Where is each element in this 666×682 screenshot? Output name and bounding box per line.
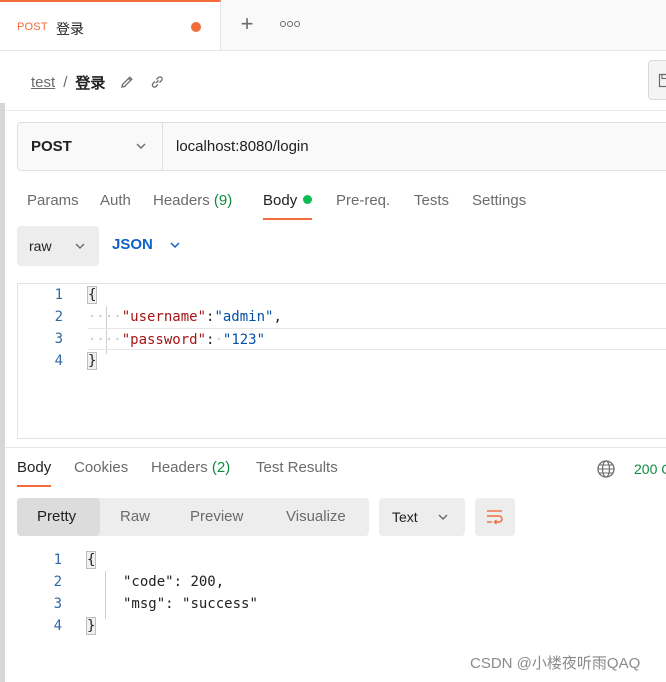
line-number: 3 bbox=[54, 331, 63, 347]
line-number: 2 bbox=[54, 309, 63, 325]
line-number: 4 bbox=[53, 618, 62, 634]
code-line: 1 { bbox=[18, 284, 666, 306]
code-line: 2 ····"username":"admin", bbox=[18, 306, 666, 328]
tab-headers[interactable]: Headers (9) bbox=[153, 192, 232, 209]
breadcrumb-collection[interactable]: test bbox=[31, 74, 55, 91]
code-text: "code": 200, bbox=[123, 574, 225, 590]
pencil-icon[interactable] bbox=[119, 74, 135, 90]
code-text: { bbox=[86, 286, 98, 304]
response-tab-test-results[interactable]: Test Results bbox=[256, 459, 338, 476]
body-indicator-dot-icon bbox=[303, 195, 313, 204]
chevron-down-icon bbox=[170, 242, 180, 249]
response-type-value: Text bbox=[392, 509, 418, 525]
body-mode-value: raw bbox=[29, 238, 52, 254]
request-tab[interactable]: POST 登录 bbox=[0, 0, 221, 50]
response-tab-body-label: Body bbox=[17, 459, 52, 476]
url-input[interactable]: localhost:8080/login bbox=[176, 138, 309, 155]
response-tab-headers[interactable]: Headers (2) bbox=[151, 459, 230, 476]
header-divider bbox=[5, 110, 666, 111]
left-gutter bbox=[0, 103, 5, 682]
code-line: 4 } bbox=[18, 350, 666, 372]
code-line: 2 "code": 200, bbox=[17, 571, 657, 593]
body-mode-select[interactable]: raw bbox=[17, 226, 99, 266]
format-raw-button[interactable]: Raw bbox=[120, 508, 150, 525]
code-text: } bbox=[85, 617, 97, 635]
save-button[interactable] bbox=[648, 60, 666, 100]
chevron-down-icon bbox=[136, 143, 146, 149]
request-tab-method: POST bbox=[17, 21, 48, 33]
format-pretty-button[interactable]: Pretty bbox=[37, 508, 76, 525]
code-text: } bbox=[86, 352, 98, 370]
tab-tests[interactable]: Tests bbox=[414, 192, 449, 209]
method-value: POST bbox=[31, 138, 72, 155]
wrap-lines-button[interactable] bbox=[475, 498, 515, 536]
more-icon[interactable] bbox=[280, 14, 304, 34]
link-icon[interactable] bbox=[149, 74, 165, 90]
breadcrumb: test / 登录 bbox=[31, 72, 165, 92]
request-name[interactable]: 登录 bbox=[75, 72, 105, 93]
breadcrumb-separator: / bbox=[63, 73, 68, 91]
active-tab-underline bbox=[17, 485, 52, 487]
tab-headers-label: Headers bbox=[153, 192, 210, 209]
active-tab-underline bbox=[263, 218, 313, 220]
unsaved-dot-icon bbox=[191, 22, 201, 32]
tab-body-label: Body bbox=[263, 192, 298, 209]
tab-headers-count: (9) bbox=[213, 192, 233, 209]
response-body-viewer[interactable]: 1 { 2 "code": 200, 3 "msg": "success" 4 … bbox=[17, 549, 657, 641]
request-body-editor[interactable]: 1 { 2 ····"username":"admin", ····"passw… bbox=[17, 283, 666, 439]
active-code-line: ····"password":·"123" bbox=[88, 328, 666, 350]
chevron-down-icon bbox=[438, 514, 448, 520]
pane-divider[interactable] bbox=[5, 447, 666, 448]
line-number: 4 bbox=[54, 353, 63, 369]
line-number: 3 bbox=[53, 596, 62, 612]
tab-prerequest[interactable]: Pre-req. bbox=[336, 192, 390, 209]
code-line: 1 { bbox=[17, 549, 657, 571]
format-preview-button[interactable]: Preview bbox=[190, 508, 243, 525]
response-tab-headers-label: Headers bbox=[151, 459, 208, 476]
code-text: ····"password":·"123" bbox=[88, 332, 266, 348]
line-number: 1 bbox=[54, 287, 63, 303]
body-language-value: JSON bbox=[112, 236, 153, 253]
response-tab-cookies[interactable]: Cookies bbox=[74, 459, 128, 476]
status-code[interactable]: 200 O bbox=[634, 461, 666, 477]
line-number: 2 bbox=[53, 574, 62, 590]
tab-auth[interactable]: Auth bbox=[100, 192, 131, 209]
request-tab-title: 登录 bbox=[56, 21, 84, 37]
body-language-select[interactable]: JSON bbox=[112, 236, 180, 253]
response-format-group: Pretty Raw Preview Visualize bbox=[17, 498, 369, 536]
code-text: "msg": "success" bbox=[123, 596, 258, 612]
response-status: 200 O bbox=[596, 459, 666, 479]
save-icon bbox=[658, 73, 666, 88]
globe-icon[interactable] bbox=[596, 459, 616, 479]
code-line: 3 "msg": "success" bbox=[17, 593, 657, 615]
line-number: 1 bbox=[53, 552, 62, 568]
tab-settings[interactable]: Settings bbox=[472, 192, 526, 209]
tab-params[interactable]: Params bbox=[27, 192, 79, 209]
response-tab-body[interactable]: Body bbox=[17, 459, 52, 487]
format-visualize-button[interactable]: Visualize bbox=[286, 508, 346, 525]
watermark: CSDN @小楼夜听雨QAQ bbox=[470, 655, 641, 672]
wrap-lines-icon bbox=[487, 510, 503, 525]
code-text: ····"username":"admin", bbox=[88, 309, 282, 325]
method-select[interactable]: POST bbox=[18, 123, 163, 170]
code-text: { bbox=[85, 551, 97, 569]
tab-bar: POST 登录 + bbox=[0, 0, 666, 51]
response-tab-headers-count: (2) bbox=[211, 459, 231, 476]
url-bar: POST localhost:8080/login bbox=[17, 122, 666, 171]
response-type-select[interactable]: Text bbox=[379, 498, 465, 536]
code-line: 4 } bbox=[17, 615, 657, 637]
plus-icon[interactable]: + bbox=[236, 12, 258, 36]
chevron-down-icon bbox=[75, 243, 85, 249]
tab-body[interactable]: Body bbox=[263, 192, 313, 220]
